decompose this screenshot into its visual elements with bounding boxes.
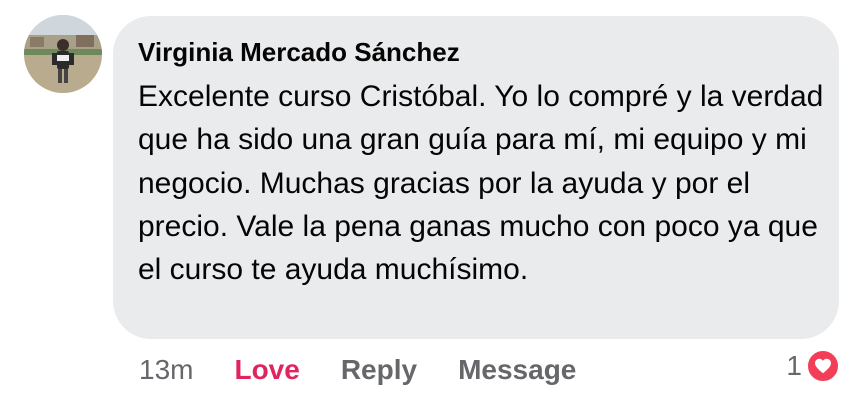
comment-text: Excelente curso Cristóbal. Yo lo compré …: [138, 80, 824, 287]
reaction-count: 1: [786, 350, 802, 381]
avatar-photo: [24, 15, 102, 93]
heart-icon: [806, 349, 840, 383]
message-button[interactable]: Message: [458, 354, 576, 386]
reaction-summary[interactable]: 1: [786, 349, 840, 383]
reply-button[interactable]: Reply: [341, 354, 417, 386]
comment-bubble: Virginia Mercado Sánchez Excelente curso…: [113, 16, 839, 339]
avatar[interactable]: [24, 15, 102, 93]
love-button[interactable]: Love: [234, 354, 299, 386]
comment-actions: 13m Love Reply Message: [139, 351, 576, 389]
comment-author[interactable]: Virginia Mercado Sánchez: [138, 36, 815, 68]
comment-timestamp[interactable]: 13m: [139, 354, 193, 386]
